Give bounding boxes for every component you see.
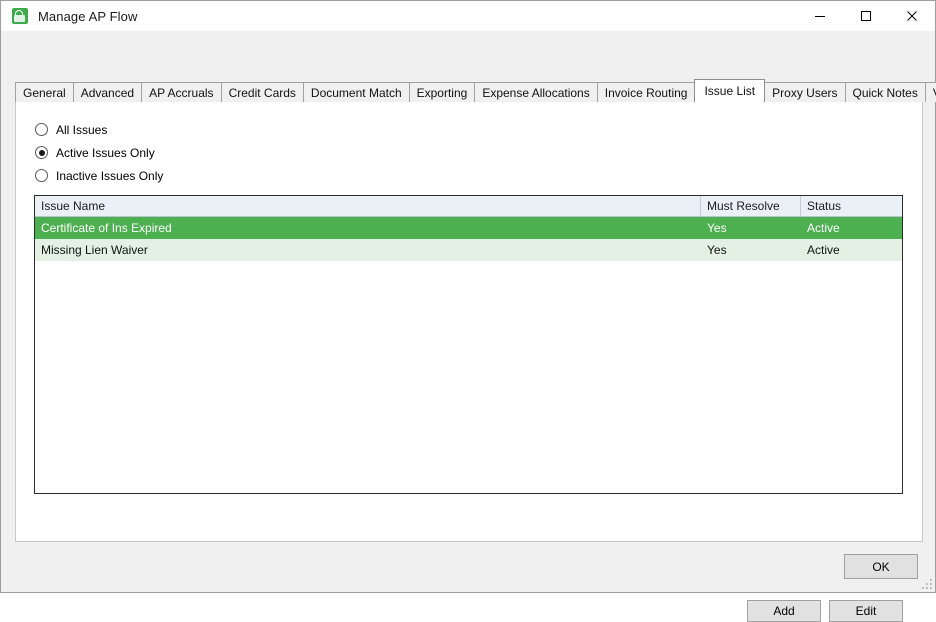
radio-all-issues[interactable]: All Issues [35, 118, 163, 141]
tab-advanced[interactable]: Advanced [72, 82, 143, 102]
issue-list-panel: All Issues Active Issues Only Inactive I… [15, 101, 923, 622]
tab-validation[interactable]: Validation [924, 82, 936, 102]
manage-ap-flow-window: Manage AP Flow General Advanced AP Accru… [0, 0, 936, 622]
radio-inactive-issues-only[interactable]: Inactive Issues Only [35, 164, 163, 187]
minimize-icon[interactable] [797, 1, 843, 31]
tab-document-match[interactable]: Document Match [302, 82, 410, 102]
tab-invoice-routing[interactable]: Invoice Routing [596, 82, 696, 102]
radio-label-active-issues-only: Active Issues Only [56, 145, 155, 160]
window-controls [797, 1, 935, 31]
radio-label-all-issues: All Issues [56, 122, 108, 137]
cell-issue-name: Certificate of Ins Expired [41, 221, 172, 235]
window-title: Manage AP Flow [38, 8, 138, 24]
table-row[interactable]: Missing Lien Waiver Yes Active [35, 239, 902, 261]
tab-proxy-users[interactable]: Proxy Users [764, 82, 846, 102]
tab-quick-notes[interactable]: Quick Notes [844, 82, 926, 102]
radio-active-issues-only[interactable]: Active Issues Only [35, 141, 163, 164]
column-header-status[interactable]: Status [801, 196, 902, 216]
radio-label-inactive-issues-only: Inactive Issues Only [56, 168, 164, 183]
radio-indicator-active-issues-only [35, 146, 48, 159]
cell-issue-name: Missing Lien Waiver [41, 243, 148, 257]
tab-exporting[interactable]: Exporting [408, 82, 476, 102]
maximize-icon[interactable] [843, 1, 889, 31]
radio-indicator-all-issues [35, 123, 48, 136]
table-row[interactable]: Certificate of Ins Expired Yes Active [35, 217, 902, 239]
tab-strip: General Advanced AP Accruals Credit Card… [15, 79, 936, 103]
issues-grid-header: Issue Name Must Resolve Status [35, 196, 902, 217]
tab-general[interactable]: General [15, 82, 74, 102]
column-header-issue-name[interactable]: Issue Name [35, 196, 701, 216]
title-bar: Manage AP Flow [1, 1, 935, 31]
tab-expense-allocations[interactable]: Expense Allocations [474, 82, 598, 102]
app-lock-document-icon [12, 8, 28, 24]
ok-button[interactable]: OK [844, 554, 918, 579]
column-header-must-resolve[interactable]: Must Resolve [701, 196, 801, 216]
cell-must-resolve: Yes [707, 243, 727, 257]
issue-filter-group: All Issues Active Issues Only Inactive I… [35, 118, 163, 187]
resize-grip-icon[interactable] [922, 579, 932, 589]
add-button[interactable]: Add [747, 600, 821, 622]
cell-status: Active [807, 221, 840, 235]
tab-ap-accruals[interactable]: AP Accruals [141, 82, 222, 102]
issues-grid[interactable]: Issue Name Must Resolve Status Certifica… [34, 195, 903, 494]
tab-credit-cards[interactable]: Credit Cards [220, 82, 304, 102]
edit-button[interactable]: Edit [829, 600, 903, 622]
tab-issue-list[interactable]: Issue List [694, 79, 766, 103]
cell-must-resolve: Yes [707, 221, 727, 235]
close-icon[interactable] [889, 1, 935, 31]
cell-status: Active [807, 243, 840, 257]
radio-indicator-inactive-issues-only [35, 169, 48, 182]
